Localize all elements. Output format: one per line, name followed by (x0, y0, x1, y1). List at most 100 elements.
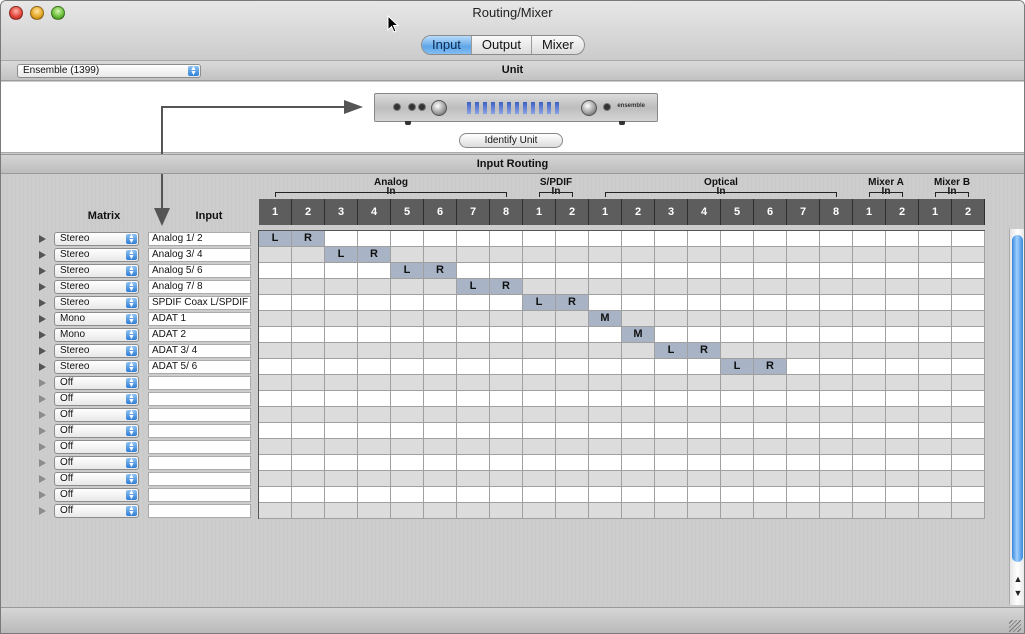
routing-cell[interactable] (886, 471, 919, 487)
routing-cell[interactable] (952, 327, 985, 343)
routing-cell[interactable] (787, 487, 820, 503)
routing-cell[interactable] (622, 439, 655, 455)
routing-cell[interactable] (556, 327, 589, 343)
routing-cell[interactable] (358, 375, 391, 391)
routing-cell[interactable] (754, 263, 787, 279)
routing-cell[interactable] (490, 471, 523, 487)
routing-cell[interactable] (787, 295, 820, 311)
matrix-mode-select[interactable]: Stereo ▲ ▼ (54, 296, 139, 310)
routing-cell[interactable] (919, 487, 952, 503)
routing-cell[interactable] (589, 487, 622, 503)
routing-cell[interactable] (259, 471, 292, 487)
routing-cell[interactable] (391, 455, 424, 471)
routing-cell[interactable] (589, 407, 622, 423)
routing-cell[interactable] (952, 311, 985, 327)
routing-cell[interactable] (688, 295, 721, 311)
routing-cell[interactable] (820, 295, 853, 311)
routing-cell[interactable] (523, 279, 556, 295)
routing-cell[interactable] (721, 295, 754, 311)
routing-cell[interactable] (655, 375, 688, 391)
routing-cell[interactable] (886, 375, 919, 391)
routing-cell[interactable] (853, 247, 886, 263)
routing-cell[interactable] (424, 295, 457, 311)
routing-cell[interactable] (325, 407, 358, 423)
routing-cell[interactable] (523, 439, 556, 455)
routing-cell[interactable] (292, 391, 325, 407)
routing-cell[interactable] (457, 407, 490, 423)
routing-cell[interactable] (655, 231, 688, 247)
routing-cell[interactable] (721, 407, 754, 423)
routing-cell[interactable] (358, 423, 391, 439)
matrix-mode-select[interactable]: Mono ▲ ▼ (54, 312, 139, 326)
routing-cell[interactable] (655, 279, 688, 295)
routing-cell[interactable] (820, 359, 853, 375)
routing-cell[interactable] (391, 343, 424, 359)
routing-cell[interactable] (754, 343, 787, 359)
routing-cell-assigned[interactable]: R (292, 231, 325, 247)
routing-cell[interactable] (556, 471, 589, 487)
routing-cell[interactable] (259, 487, 292, 503)
routing-cell[interactable] (688, 247, 721, 263)
routing-cell[interactable] (655, 295, 688, 311)
routing-cell[interactable] (688, 423, 721, 439)
routing-cell[interactable] (688, 231, 721, 247)
routing-cell[interactable] (556, 503, 589, 519)
routing-cell[interactable] (886, 295, 919, 311)
routing-cell[interactable] (523, 311, 556, 327)
routing-cell[interactable] (457, 263, 490, 279)
routing-cell[interactable] (292, 263, 325, 279)
routing-cell[interactable] (259, 247, 292, 263)
routing-cell[interactable] (886, 279, 919, 295)
routing-cell[interactable] (820, 279, 853, 295)
routing-cell[interactable] (952, 263, 985, 279)
disclosure-triangle-icon[interactable] (39, 475, 46, 483)
scroll-up-arrow-icon[interactable]: ▲ (1012, 573, 1024, 585)
routing-cell[interactable] (754, 247, 787, 263)
routing-cell[interactable] (424, 503, 457, 519)
routing-cell[interactable] (853, 423, 886, 439)
routing-cell[interactable] (523, 359, 556, 375)
matrix-mode-select[interactable]: Stereo ▲ ▼ (54, 344, 139, 358)
input-name-field[interactable]: SPDIF Coax L/SPDIF Coax R (148, 296, 251, 310)
routing-cell[interactable] (754, 327, 787, 343)
routing-cell[interactable] (952, 295, 985, 311)
routing-cell[interactable] (457, 375, 490, 391)
routing-cell[interactable] (820, 375, 853, 391)
routing-cell[interactable] (457, 423, 490, 439)
routing-cell[interactable] (523, 503, 556, 519)
routing-cell[interactable] (688, 407, 721, 423)
routing-cell[interactable] (391, 391, 424, 407)
routing-cell[interactable] (391, 487, 424, 503)
routing-cell[interactable] (259, 311, 292, 327)
routing-cell[interactable] (391, 439, 424, 455)
routing-cell[interactable] (787, 279, 820, 295)
routing-cell[interactable] (457, 311, 490, 327)
routing-cell[interactable] (952, 231, 985, 247)
routing-cell[interactable] (325, 471, 358, 487)
routing-cell[interactable] (589, 327, 622, 343)
routing-cell[interactable] (787, 359, 820, 375)
routing-cell[interactable] (391, 247, 424, 263)
disclosure-triangle-icon[interactable] (39, 251, 46, 259)
resize-grip-icon[interactable] (1009, 620, 1021, 632)
routing-cell[interactable] (820, 263, 853, 279)
routing-cell[interactable] (952, 359, 985, 375)
routing-cell[interactable] (787, 471, 820, 487)
routing-cell[interactable] (853, 391, 886, 407)
routing-cell[interactable] (424, 375, 457, 391)
routing-cell[interactable] (424, 279, 457, 295)
routing-cell-assigned[interactable]: L (457, 279, 490, 295)
routing-cell[interactable] (292, 407, 325, 423)
routing-cell[interactable] (754, 279, 787, 295)
routing-cell[interactable] (853, 311, 886, 327)
routing-cell[interactable] (292, 503, 325, 519)
routing-cell[interactable] (655, 423, 688, 439)
routing-cell[interactable] (886, 263, 919, 279)
routing-cell[interactable] (919, 439, 952, 455)
routing-cell[interactable] (523, 423, 556, 439)
routing-cell[interactable] (292, 295, 325, 311)
routing-cell[interactable] (820, 407, 853, 423)
routing-cell[interactable] (622, 391, 655, 407)
routing-cell[interactable] (919, 231, 952, 247)
routing-cell[interactable] (259, 327, 292, 343)
